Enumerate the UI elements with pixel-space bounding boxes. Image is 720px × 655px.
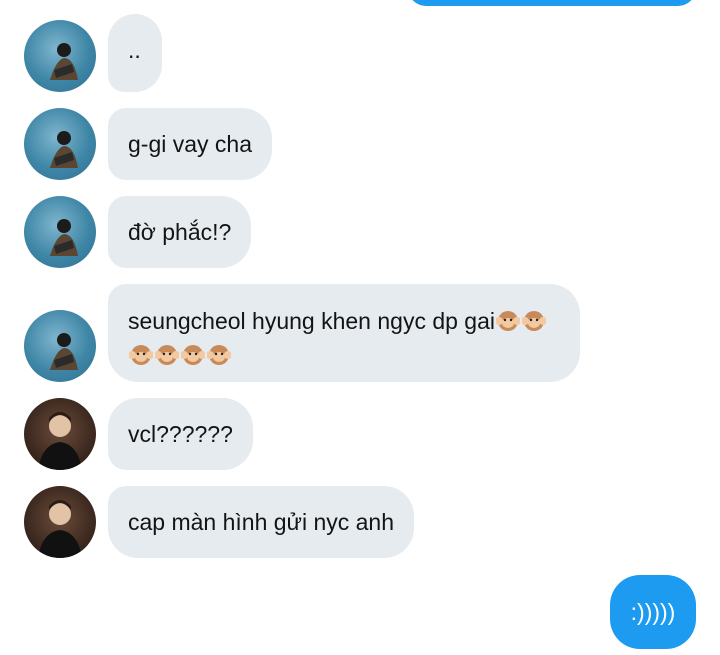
hear-no-evil-monkey-icon (180, 342, 206, 366)
avatar[interactable] (24, 398, 96, 470)
person-avatar-icon (50, 333, 78, 370)
avatar[interactable] (24, 20, 96, 92)
previous-outgoing-bubble (408, 0, 696, 6)
person-avatar-icon (38, 500, 82, 558)
avatar[interactable] (24, 196, 96, 268)
message-bubble[interactable]: .. (108, 14, 162, 92)
message-bubble[interactable]: đờ phắc!? (108, 196, 252, 268)
message-bubble[interactable]: seungcheol hyung khen ngyc dp gai (108, 284, 580, 382)
hear-no-evil-monkey-icon (495, 308, 522, 332)
hear-no-evil-monkey-icon (154, 342, 180, 366)
message-text: vcl?????? (128, 421, 233, 447)
avatar[interactable] (24, 310, 96, 382)
hear-no-evil-monkey-icon (521, 308, 548, 332)
message-text: cap màn hình gửi nyc anh (128, 509, 395, 535)
message-text: seungcheol hyung khen ngyc dp gai (128, 308, 496, 334)
avatar[interactable] (24, 486, 96, 558)
hear-no-evil-monkey-icon (206, 342, 232, 366)
person-avatar-icon (38, 412, 82, 470)
message-text: g-gi vay cha (128, 131, 253, 157)
message-bubble[interactable]: cap màn hình gửi nyc anh (108, 486, 415, 558)
message-text: .. (128, 37, 141, 63)
message-text: đờ phắc!? (128, 219, 232, 245)
person-avatar-icon (50, 43, 78, 80)
avatar[interactable] (24, 108, 96, 180)
outgoing-message-bubble[interactable]: :))))) (610, 575, 696, 649)
hear-no-evil-monkey-icon (128, 342, 154, 366)
message-text: :))))) (630, 598, 676, 625)
person-avatar-icon (50, 131, 78, 168)
message-bubble[interactable]: g-gi vay cha (108, 108, 273, 180)
person-avatar-icon (50, 219, 78, 256)
message-bubble[interactable]: vcl?????? (108, 398, 253, 470)
